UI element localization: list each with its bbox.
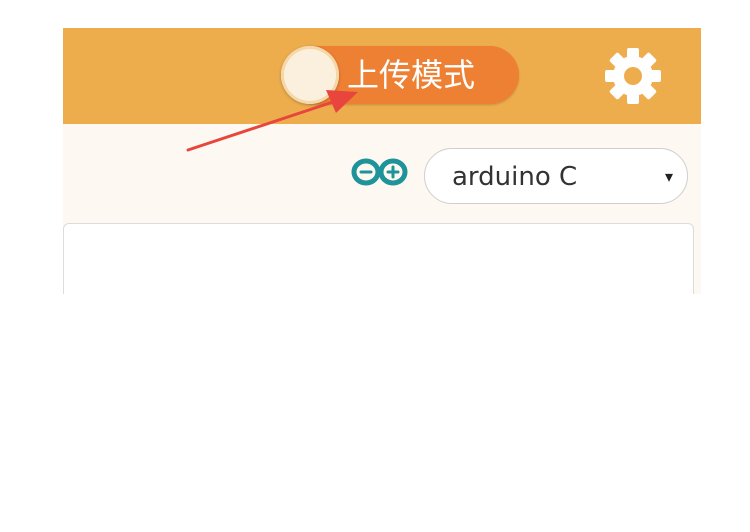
arduino-logo xyxy=(350,157,410,187)
editor-panel[interactable] xyxy=(63,223,694,294)
settings-button[interactable] xyxy=(603,46,663,106)
app-frame: 上传模式 arduino C ▾ xyxy=(63,28,701,294)
language-select[interactable]: arduino C ▾ xyxy=(424,148,688,204)
toggle-knob[interactable] xyxy=(281,46,339,104)
upload-mode-toggle[interactable]: 上传模式 xyxy=(281,46,519,104)
upload-mode-label: 上传模式 xyxy=(347,56,476,94)
header-bar: 上传模式 xyxy=(63,28,701,124)
arduino-logo-icon xyxy=(351,158,408,186)
gear-icon[interactable] xyxy=(603,46,663,106)
chevron-down-icon[interactable]: ▾ xyxy=(665,149,673,205)
language-select-value: arduino C xyxy=(452,162,578,192)
